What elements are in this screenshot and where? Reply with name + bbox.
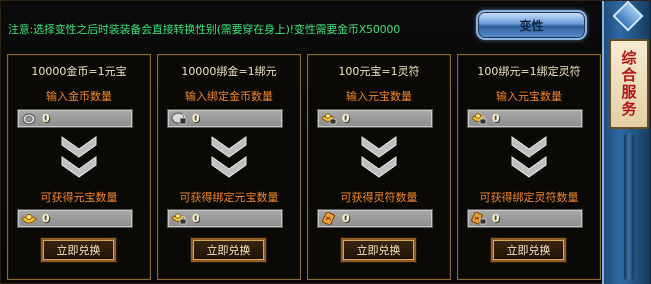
diamond-gem-icon <box>612 0 644 32</box>
input-value: 0 <box>192 112 200 125</box>
output-value: 0 <box>192 212 200 225</box>
exchange-card-bound-gold-to-bound-ingot: 10000绑金=1绑元 输入绑定金币数量 0 可获得绑定元宝数量 0 立即兑换 <box>157 54 301 280</box>
exchange-button[interactable]: 立即兑换 <box>191 238 266 262</box>
double-chevron-down-icon <box>510 135 548 179</box>
output-label: 可获得灵符数量 <box>340 191 418 204</box>
input-value: 0 <box>42 112 50 125</box>
exchange-cards: 10000金币=1元宝 输入金币数量 0 可获得元宝数量 0 立即兑换 1000… <box>7 54 601 280</box>
bound-talisman-amount-output: 0 <box>467 209 583 228</box>
exchange-rate: 100元宝=1灵符 <box>338 65 420 78</box>
output-label: 可获得元宝数量 <box>40 191 118 204</box>
exchange-card-gold-to-ingot: 10000金币=1元宝 输入金币数量 0 可获得元宝数量 0 立即兑换 <box>7 54 151 280</box>
exchange-rate: 100绑元=1绑定灵符 <box>477 65 581 78</box>
exchange-button[interactable]: 立即兑换 <box>341 238 416 262</box>
exchange-card-ingot-to-talisman: 100元宝=1灵符 输入元宝数量 0 可获得灵符数量 0 立即兑换 <box>307 54 451 280</box>
ingot-amount-output: 0 <box>17 209 133 228</box>
exchange-rate: 10000绑金=1绑元 <box>181 65 277 78</box>
silver-coin-icon <box>21 112 37 125</box>
bound-gold-amount-input[interactable]: 0 <box>167 109 283 128</box>
gold-ingot-icon <box>21 212 37 225</box>
bound-ingot-amount-input[interactable]: 0 <box>467 109 583 128</box>
gold-amount-input[interactable]: 0 <box>17 109 133 128</box>
exchange-button[interactable]: 立即兑换 <box>41 238 116 262</box>
ingot-amount-input[interactable]: 0 <box>317 109 433 128</box>
exchange-window: 注意:选择变性之后时装装备会直接转换性别(需要穿在身上)!变性需要金币X5000… <box>0 0 651 284</box>
bound-ingot-icon <box>471 112 487 125</box>
talisman-amount-output: 0 <box>317 209 433 228</box>
panel-spine <box>624 133 634 281</box>
output-value: 0 <box>492 212 500 225</box>
bound-ingot-amount-output: 0 <box>167 209 283 228</box>
output-label: 可获得绑定元宝数量 <box>179 191 279 204</box>
input-value: 0 <box>342 112 350 125</box>
service-tab-label: 综合服务 <box>619 50 638 118</box>
exchange-rate: 10000金币=1元宝 <box>31 65 127 78</box>
output-label: 可获得绑定灵符数量 <box>479 191 579 204</box>
gender-change-button[interactable]: 变性 <box>476 10 587 40</box>
exchange-button[interactable]: 立即兑换 <box>491 238 566 262</box>
gold-ingot-icon <box>321 112 337 125</box>
output-value: 0 <box>42 212 50 225</box>
talisman-icon <box>321 212 337 225</box>
service-tab[interactable]: 综合服务 <box>609 39 649 129</box>
bound-coin-icon <box>171 112 187 125</box>
input-label: 输入绑定金币数量 <box>185 90 273 103</box>
input-label: 输入金币数量 <box>46 90 112 103</box>
input-value: 0 <box>492 112 500 125</box>
output-value: 0 <box>342 212 350 225</box>
exchange-card-bound-ingot-to-bound-talisman: 100绑元=1绑定灵符 输入元宝数量 0 可获得绑定灵符数量 0 立即兑换 <box>457 54 601 280</box>
double-chevron-down-icon <box>360 135 398 179</box>
gender-change-notice: 注意:选择变性之后时装装备会直接转换性别(需要穿在身上)!变性需要金币X5000… <box>8 23 401 36</box>
service-side-panel: 综合服务 <box>602 0 651 284</box>
input-label: 输入元宝数量 <box>496 90 562 103</box>
double-chevron-down-icon <box>60 135 98 179</box>
double-chevron-down-icon <box>210 135 248 179</box>
bound-ingot-icon <box>171 212 187 225</box>
bound-talisman-icon <box>471 212 487 225</box>
input-label: 输入元宝数量 <box>346 90 412 103</box>
